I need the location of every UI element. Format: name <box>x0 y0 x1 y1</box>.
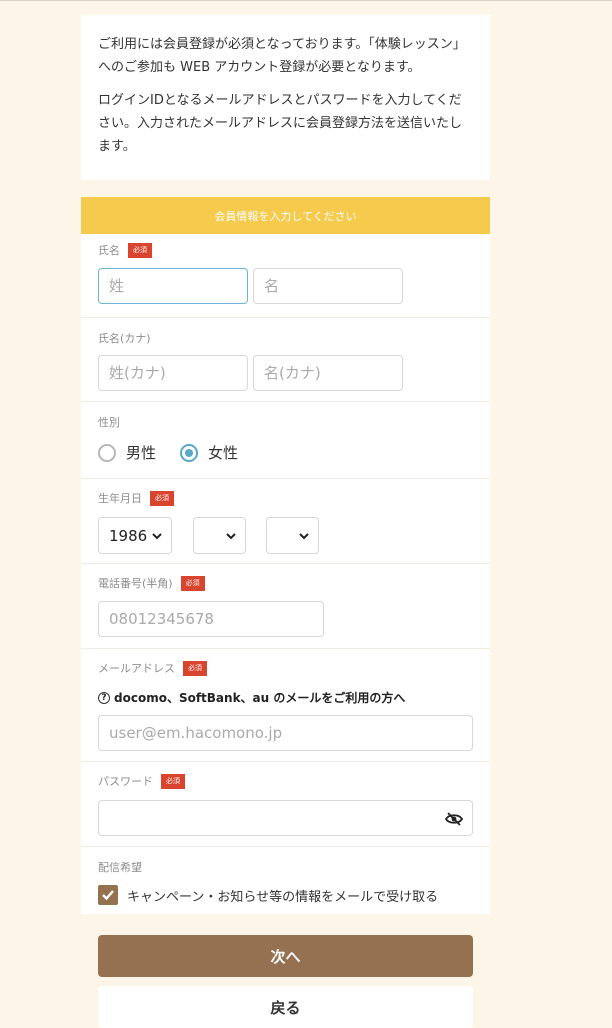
phone-label: 電話番号(半角) 必須 <box>98 575 205 591</box>
chevron-down-icon <box>152 532 162 539</box>
required-badge: 必須 <box>161 773 185 789</box>
required-badge: 必須 <box>150 490 174 506</box>
checkbox-checked[interactable] <box>98 885 118 905</box>
password-section: パスワード 必須 <box>81 761 490 847</box>
registration-notice: ご利用には会員登録が必須となっております。「体験レッスン」へのご参加も WEB … <box>81 15 490 180</box>
last-name-input[interactable] <box>98 268 248 304</box>
first-name-input[interactable] <box>253 268 403 304</box>
birth-day-select[interactable] <box>266 517 319 554</box>
name-label: 氏名 必須 <box>98 242 152 258</box>
newsletter-label: 配信希望 <box>98 861 142 874</box>
radio-circle-selected <box>180 443 198 462</box>
gender-label: 性別 <box>98 416 120 429</box>
email-input[interactable] <box>98 715 473 751</box>
birth-month-select[interactable] <box>193 517 246 554</box>
birthday-label: 生年月日 必須 <box>98 490 174 506</box>
phone-section: 電話番号(半角) 必須 <box>81 563 490 649</box>
email-label: メールアドレス 必須 <box>98 660 207 676</box>
first-name-kana-input[interactable] <box>253 355 403 391</box>
notice-text-2: ログインIDとなるメールアドレスとパスワードを入力してください。入力されたメール… <box>98 93 463 154</box>
radio-circle <box>98 443 116 462</box>
newsletter-checkbox-row[interactable]: キャンペーン・お知らせ等の情報をメールで受け取る <box>98 885 438 905</box>
eye-slash-icon[interactable] <box>445 811 463 827</box>
chevron-down-icon <box>299 532 309 539</box>
gender-radio-female[interactable]: 女性 <box>180 442 238 463</box>
check-icon <box>102 890 114 901</box>
notice-text-1: ご利用には会員登録が必須となっております。「体験レッスン」へのご参加も WEB … <box>98 37 466 75</box>
form-header: 会員情報を入力してください <box>81 197 490 234</box>
name-section: 氏名 必須 <box>81 234 490 318</box>
back-button[interactable]: 戻る <box>98 986 473 1028</box>
member-form: 会員情報を入力してください 氏名 必須 氏名(カナ) 性別 男性 女性 生年月日… <box>81 197 490 914</box>
last-name-kana-input[interactable] <box>98 355 248 391</box>
help-icon: ? <box>98 691 110 704</box>
password-label: パスワード 必須 <box>98 773 185 789</box>
chevron-down-icon <box>226 532 236 539</box>
phone-input[interactable] <box>98 601 324 637</box>
password-input[interactable] <box>98 800 473 836</box>
required-badge: 必須 <box>183 660 207 676</box>
kana-label: 氏名(カナ) <box>98 332 151 345</box>
birth-year-select[interactable]: 1986 <box>98 517 172 554</box>
gender-section: 性別 男性 女性 <box>81 401 490 479</box>
top-border <box>0 0 612 1</box>
next-button[interactable]: 次へ <box>98 935 473 977</box>
email-carrier-hint[interactable]: ? docomo、SoftBank、au のメールをご利用の方へ <box>98 689 405 706</box>
required-badge: 必須 <box>180 575 205 591</box>
required-badge: 必須 <box>128 242 152 258</box>
kana-section: 氏名(カナ) <box>81 317 490 402</box>
gender-radio-male[interactable]: 男性 <box>98 442 156 463</box>
birthday-section: 生年月日 必須 1986 <box>81 478 490 564</box>
